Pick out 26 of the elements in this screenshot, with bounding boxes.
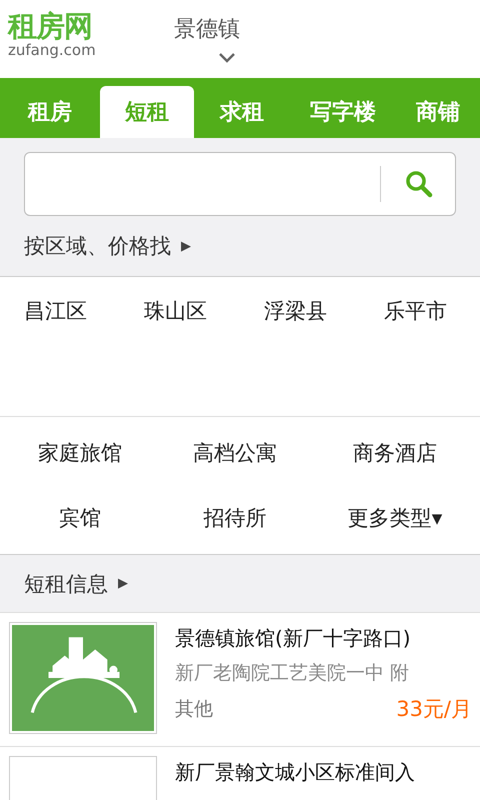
district-link[interactable]: 浮梁县 — [264, 297, 384, 416]
category-link[interactable]: 家庭旅馆 — [38, 439, 122, 468]
listing-title: 新厂景翰文城小区标准间入 — [175, 759, 416, 786]
listing-row[interactable]: 景德镇旅馆(新厂十字路口) 新厂老陶院工艺美院一中 附 其他 33元/月 — [0, 613, 480, 747]
category-link[interactable]: 宾馆 — [59, 504, 101, 532]
district-link[interactable]: 昌江区 — [24, 297, 144, 416]
listing-address: 新厂老陶院工艺美院一中 附 — [175, 661, 410, 686]
district-link[interactable]: 珠山区 — [144, 297, 264, 416]
filter-link[interactable]: 按区域、价格找 — [24, 232, 171, 260]
category-link[interactable]: 高档公寓 — [193, 439, 277, 468]
logo-domain: zufang.com — [8, 42, 97, 58]
category-link[interactable]: 更多类型▾ — [348, 504, 442, 532]
arrow-icon: ▶ — [118, 576, 128, 591]
listing-category: 其他 — [175, 697, 213, 722]
section-title[interactable]: 短租信息 — [24, 570, 108, 598]
search-icon[interactable] — [405, 170, 433, 198]
chevron-down-icon — [218, 52, 236, 63]
listing-title: 景德镇旅馆(新厂十字路口) — [175, 625, 412, 652]
listing-price: 33元/月 — [396, 696, 472, 723]
category-link[interactable]: 商务酒店 — [353, 439, 437, 468]
search-field[interactable] — [24, 152, 456, 216]
city-selector[interactable]: 景德镇 — [174, 0, 240, 63]
category-link[interactable]: 招待所 — [204, 504, 266, 532]
listing-row[interactable]: 新厂景翰文城小区标准间入 — [0, 747, 480, 800]
arrow-icon: ▶ — [181, 238, 191, 254]
district-link[interactable]: 乐平市 — [384, 297, 480, 416]
